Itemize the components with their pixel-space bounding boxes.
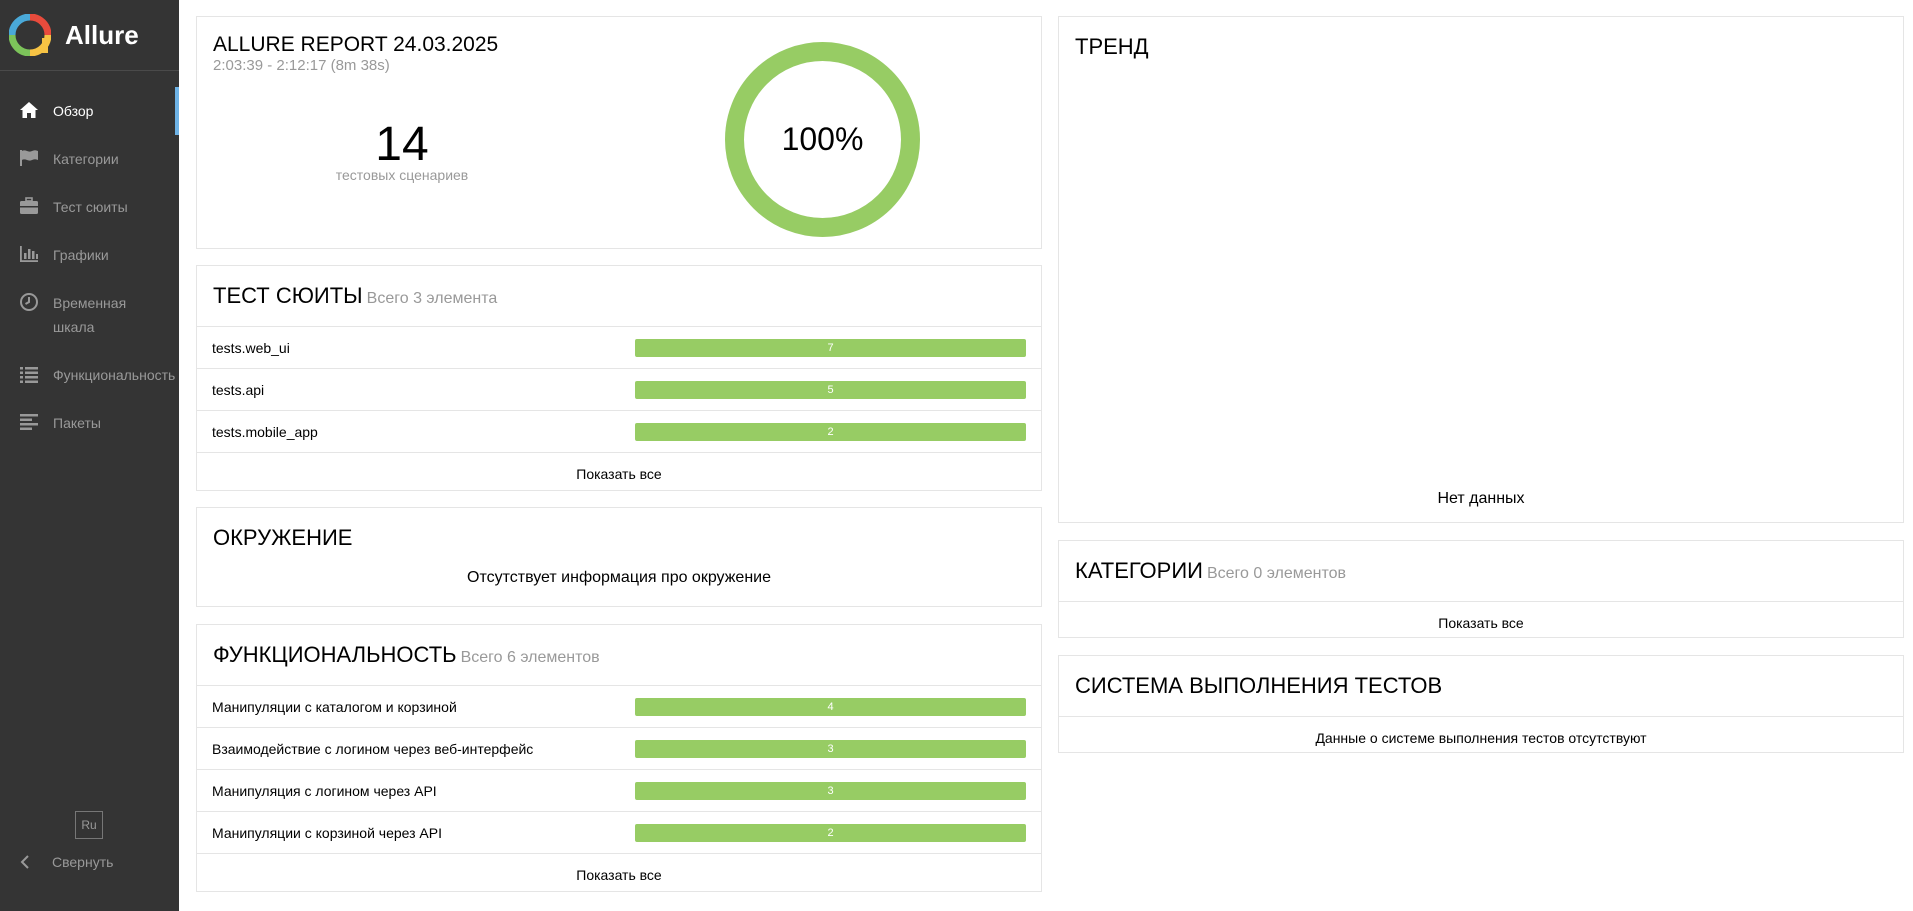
summary-widget: ALLURE REPORT 24.03.2025 2:03:39 - 2:12:… <box>196 16 1042 249</box>
sidebar-item-graphs[interactable]: Графики <box>0 231 179 279</box>
list-icon <box>17 363 41 385</box>
suite-name: tests.mobile_app <box>212 423 318 440</box>
feature-bar: 3 <box>635 739 1026 758</box>
sidebar-item-behaviors[interactable]: Функциональность <box>0 351 179 399</box>
features-show-all-link[interactable]: Показать все <box>197 853 1041 895</box>
feature-name: Манипуляция с логином через API <box>212 782 437 799</box>
suite-bar: 2 <box>635 422 1026 441</box>
suite-name: tests.web_ui <box>212 339 290 356</box>
feature-row[interactable]: Взаимодействие с логином через веб-интер… <box>197 727 1041 769</box>
trend-empty-message: Нет данных <box>1437 490 1525 507</box>
features-widget: ФУНКЦИОНАЛЬНОСТЬ Всего 6 элементов Манипу… <box>196 624 1042 892</box>
suite-row[interactable]: tests.web_ui 7 <box>197 326 1041 368</box>
features-heading: ФУНКЦИОНАЛЬНОСТЬ <box>213 642 457 667</box>
clock-icon <box>17 291 41 313</box>
test-count-label: тестовых сценариев <box>335 167 469 183</box>
collapse-label: Свернуть <box>52 854 114 870</box>
sidebar: Allure Обзор Категории Тест сюиты График… <box>0 0 179 911</box>
home-icon <box>17 99 41 121</box>
logo[interactable]: Allure <box>0 0 179 71</box>
suite-row[interactable]: tests.api 5 <box>197 368 1041 410</box>
categories-show-all-link[interactable]: Показать все <box>1059 601 1903 643</box>
categories-heading: КАТЕГОРИИ <box>1075 558 1203 583</box>
features-title: ФУНКЦИОНАЛЬНОСТЬ Всего 6 элементов <box>197 625 1041 668</box>
executors-title: СИСТЕМА ВЫПОЛНЕНИЯ ТЕСТОВ <box>1075 673 1443 698</box>
executors-empty-message: Данные о системе выполнения тестов отсут… <box>1059 716 1903 758</box>
bar-chart-icon <box>17 243 41 265</box>
sidebar-item-overview[interactable]: Обзор <box>0 87 179 135</box>
categories-title: КАТЕГОРИИ Всего 0 элементов <box>1059 541 1903 584</box>
feature-name: Взаимодействие с логином через веб-интер… <box>212 740 534 757</box>
environment-title: ОКРУЖЕНИЕ <box>213 525 353 550</box>
collapse-button[interactable]: Свернуть <box>0 850 113 874</box>
sidebar-item-categories[interactable]: Категории <box>0 135 179 183</box>
feature-bar: 3 <box>635 781 1026 800</box>
feature-bar: 4 <box>635 697 1026 716</box>
flag-icon <box>17 147 41 169</box>
sidebar-item-suites[interactable]: Тест сюиты <box>0 183 179 231</box>
align-left-icon <box>17 411 41 433</box>
feature-row[interactable]: Манипуляция с логином через API 3 <box>197 769 1041 811</box>
pass-rate-label: 100% <box>781 121 864 157</box>
sidebar-item-timeline[interactable]: Временная шкала <box>0 279 179 351</box>
suites-heading: ТЕСТ СЮИТЫ <box>213 283 363 308</box>
feature-row[interactable]: Манипуляции с корзиной через API 2 <box>197 811 1041 853</box>
language-switch[interactable]: Ru <box>75 811 103 839</box>
report-time: 2:03:39 - 2:12:17 (8m 38s) <box>213 57 390 74</box>
feature-row[interactable]: Манипуляции с каталогом и корзиной 4 <box>197 685 1041 727</box>
test-count: 14 <box>375 118 429 171</box>
suite-bar: 7 <box>635 338 1026 357</box>
feature-name: Манипуляции с корзиной через API <box>212 824 443 841</box>
sidebar-item-packages[interactable]: Пакеты <box>0 399 179 447</box>
suites-widget: ТЕСТ СЮИТЫ Всего 3 элемента tests.web_ui … <box>196 265 1042 491</box>
feature-name: Манипуляции с каталогом и корзиной <box>212 698 457 715</box>
sidebar-item-label: Обзор <box>53 103 94 119</box>
suite-bar: 5 <box>635 380 1026 399</box>
trend-title: ТРЕНД <box>1075 34 1149 59</box>
sidebar-item-label: Категории <box>53 151 119 167</box>
feature-bar: 2 <box>635 823 1026 842</box>
categories-widget: КАТЕГОРИИ Всего 0 элементов Показать все <box>1058 540 1904 638</box>
sidebar-item-label: Временная шкала <box>53 295 127 335</box>
suite-name: tests.api <box>212 381 265 398</box>
suites-count: Всего 3 элемента <box>366 290 498 307</box>
suites-title: ТЕСТ СЮИТЫ Всего 3 элемента <box>197 266 1041 309</box>
allure-logo-icon <box>9 14 51 56</box>
trend-widget: ТРЕНД Нет данных <box>1058 16 1904 523</box>
sidebar-nav: Обзор Категории Тест сюиты Графики Време… <box>0 87 179 447</box>
sidebar-item-label: Графики <box>53 247 109 263</box>
briefcase-icon <box>17 195 41 217</box>
report-title: ALLURE REPORT 24.03.2025 <box>213 33 499 56</box>
environment-widget: ОКРУЖЕНИЕ Отсутствует информация про окр… <box>196 507 1042 607</box>
suite-row[interactable]: tests.mobile_app 2 <box>197 410 1041 452</box>
executors-widget: СИСТЕМА ВЫПОЛНЕНИЯ ТЕСТОВ Данные о систе… <box>1058 655 1904 753</box>
chevron-left-icon <box>20 855 29 869</box>
app-name: Allure <box>65 19 139 50</box>
sidebar-item-label: Функциональность <box>53 367 176 383</box>
suites-show-all-link[interactable]: Показать все <box>197 452 1041 494</box>
categories-count: Всего 0 элементов <box>1206 565 1347 582</box>
sidebar-item-label: Пакеты <box>53 415 101 431</box>
sidebar-item-label: Тест сюиты <box>53 199 128 215</box>
features-count: Всего 6 элементов <box>460 649 600 666</box>
environment-empty-message: Отсутствует информация про окружение <box>467 569 771 586</box>
